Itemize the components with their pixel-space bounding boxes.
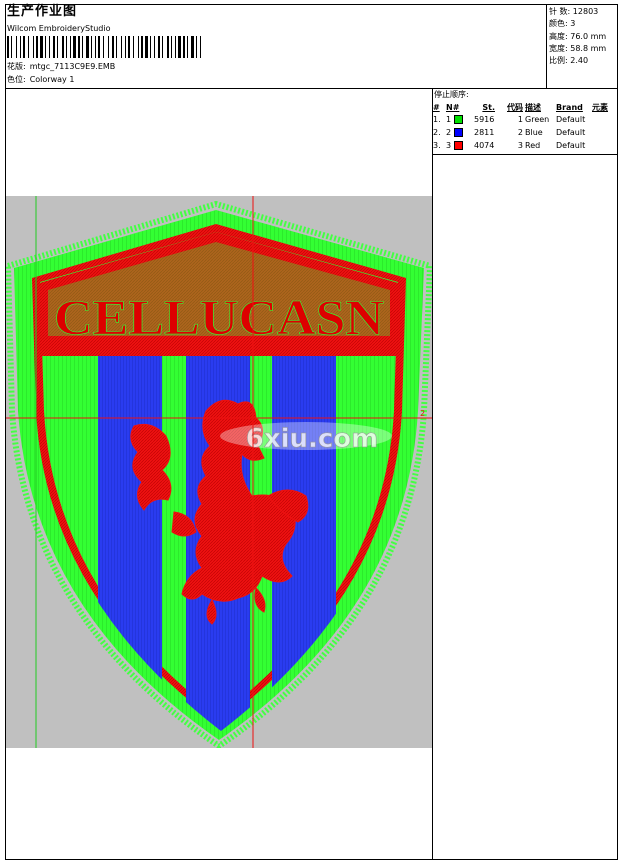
- stat-stitches: 针 数: 12803: [549, 7, 599, 16]
- col-element: 元素: [592, 102, 608, 112]
- software-name: Wilcom EmbroideryStudio: [7, 24, 111, 33]
- stats-panel: 针 数: 12803 颜色: 3 高度: 76.0 mm 宽度: 58.8 mm…: [549, 6, 606, 67]
- colorway-line: 色位: Colorway 1: [7, 75, 74, 85]
- stat-width: 宽度: 58.8 mm: [549, 43, 607, 53]
- stats-divider: [546, 4, 547, 88]
- axis-marker: 2: [420, 409, 425, 418]
- col-stitches: St.: [482, 102, 495, 112]
- design-file-name: mtgc_7113C9E9.EMB: [29, 62, 116, 71]
- design-preview: CELLUCASN 6xiu.com 2: [6, 196, 432, 748]
- sidebar-divider: [432, 88, 433, 860]
- sheet-title: 生产作业图: [7, 4, 78, 19]
- col-num: #: [433, 102, 440, 112]
- embroidery-design: CELLUCASN 6xiu.com 2: [6, 196, 432, 748]
- col-needle: N#: [446, 102, 460, 112]
- header-divider: [5, 88, 618, 89]
- design-file-line: 花版: mtgc_7113C9E9.EMB: [7, 62, 115, 72]
- col-brand: Brand: [556, 102, 583, 112]
- banner-text: CELLUCASN: [54, 289, 384, 345]
- table-row: 1. 1 5916 1 Green Default: [433, 115, 586, 124]
- stat-scale: 比例: 2.40: [549, 56, 589, 66]
- col-code: 代码: [507, 102, 523, 112]
- stop-sequence-title: 停止顺序:: [434, 90, 469, 99]
- design-label: 花版:: [7, 62, 26, 71]
- color-swatch-green: [453, 115, 463, 124]
- table-row: 2. 2 2811 2 Blue Default: [433, 128, 586, 137]
- colorway-name: Colorway 1: [29, 75, 75, 84]
- stat-height: 高度: 76.0 mm: [549, 31, 607, 41]
- col-desc: 描述: [525, 102, 541, 112]
- table-header-row: # N# St. 代码 描述 Brand 元素: [433, 101, 618, 113]
- color-swatch-blue: [453, 128, 463, 137]
- sequence-divider: [432, 154, 618, 155]
- table-row: 3. 3 4074 3 Red Default: [433, 141, 586, 150]
- banner-underline: [36, 346, 402, 356]
- watermark: 6xiu.com: [220, 422, 392, 454]
- watermark-text: 6xiu.com: [246, 424, 379, 454]
- barcode: [7, 36, 201, 58]
- colorway-label: 色位:: [7, 75, 26, 84]
- stop-sequence-table: # N# St. 代码 描述 Brand 元素 1. 1 5916 1 Gree…: [433, 101, 618, 152]
- stat-colors: 颜色: 3: [549, 19, 576, 29]
- color-swatch-red: [453, 141, 463, 150]
